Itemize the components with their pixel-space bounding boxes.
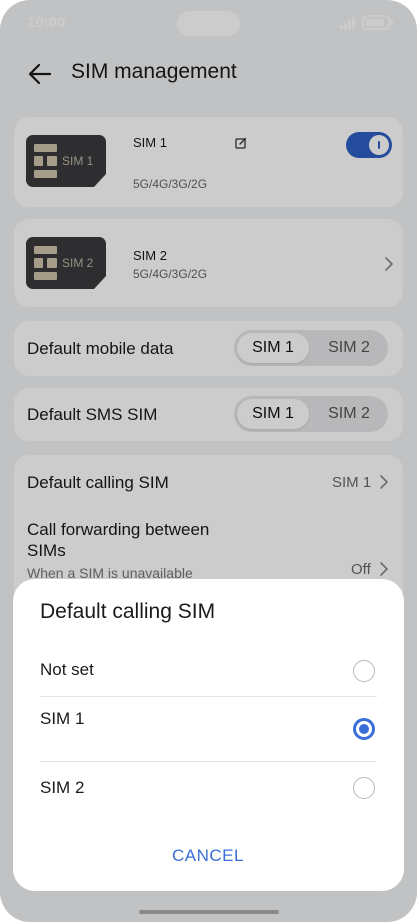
radio-button[interactable] — [353, 660, 375, 682]
cancel-button[interactable]: CANCEL — [133, 841, 283, 871]
option-label: SIM 1 — [40, 709, 85, 728]
option-sim-1[interactable]: SIM 1 — [13, 697, 404, 761]
phone-screen: 10:00 SIM management SIM 1 SIM 1 5G/4G/3… — [0, 0, 417, 922]
default-calling-dialog: Default calling SIM Not set SIM 1 SIM 2 … — [13, 579, 404, 891]
option-label: SIM 2 — [40, 778, 85, 797]
option-label: Not set — [40, 660, 94, 679]
dialog-title: Default calling SIM — [40, 600, 216, 623]
home-indicator[interactable] — [139, 910, 279, 914]
option-not-set[interactable]: Not set — [13, 649, 404, 696]
radio-button[interactable] — [353, 777, 375, 799]
radio-button-checked[interactable] — [353, 718, 375, 740]
option-sim-2[interactable]: SIM 2 — [13, 762, 404, 814]
